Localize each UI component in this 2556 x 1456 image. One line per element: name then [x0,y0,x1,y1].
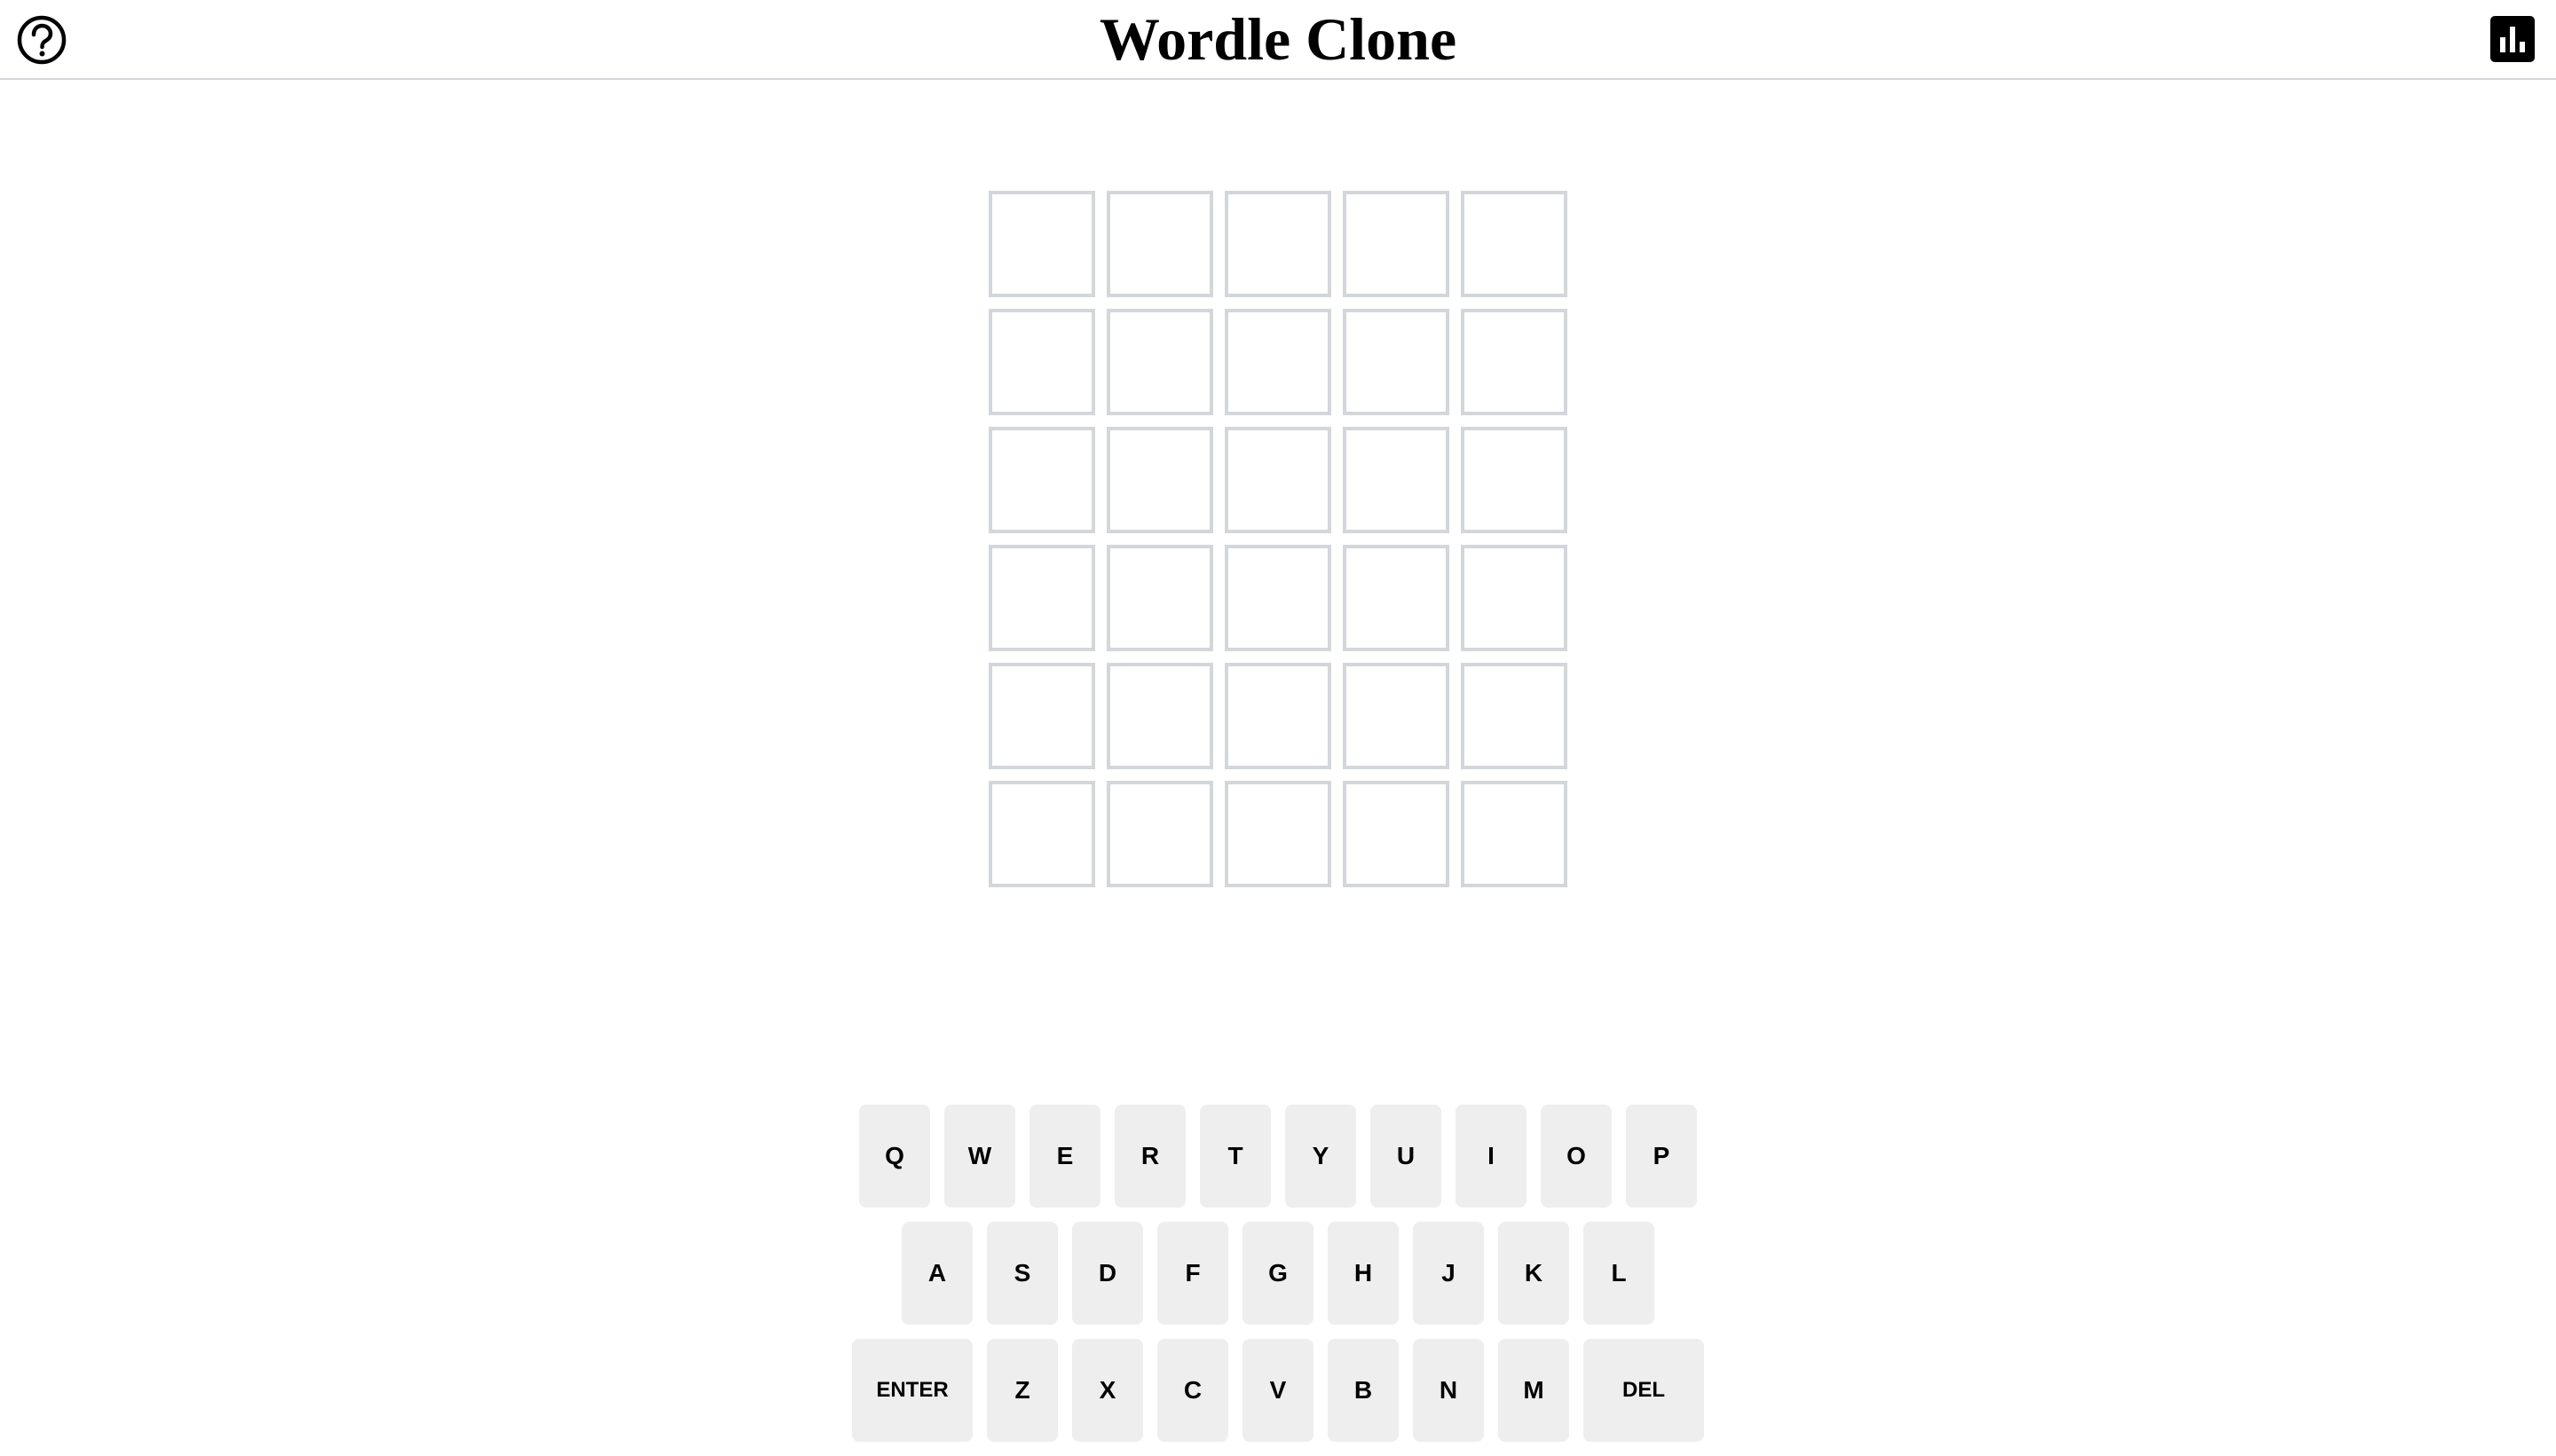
key-del[interactable]: DEL [1583,1339,1704,1442]
key-l[interactable]: L [1583,1222,1654,1325]
board-tile [1225,427,1331,533]
board-tile [1343,427,1449,533]
board-tile [1343,781,1449,887]
key-n[interactable]: N [1413,1339,1484,1442]
board-tile [1461,191,1567,297]
board-tile [1107,191,1213,297]
keyboard-row: QWERTYUIOP [0,1105,2556,1208]
key-t[interactable]: T [1200,1105,1271,1208]
board-tile [989,309,1095,415]
key-h[interactable]: H [1328,1222,1399,1325]
on-screen-keyboard: Q W E R T Y U I O P A S D F G H J K L ENTER Z X C V B N M DEL [0,1105,2556,1456]
key-p[interactable]: P [1626,1105,1697,1208]
key-x[interactable]: X [1072,1339,1143,1442]
key-z[interactable]: Z [987,1339,1058,1442]
board-tile [1225,663,1331,769]
board-tile [1461,309,1567,415]
key-m[interactable]: M [1498,1339,1569,1442]
header: Wordle Clone [0,0,2556,80]
key-b[interactable]: B [1328,1339,1399,1442]
board-tile [1343,545,1449,651]
statistics-button[interactable] [2490,16,2535,62]
board-tile [989,427,1095,533]
board-tile [989,191,1095,297]
key-k[interactable]: K [1498,1222,1569,1325]
keyboard-row: ENTER Z X C V B N M DEL [0,1339,2556,1442]
board-tile [1225,781,1331,887]
key-o[interactable]: O [1541,1105,1612,1208]
board-tile [1107,309,1213,415]
game-board [989,191,1567,887]
board-tile [1225,309,1331,415]
key-enter[interactable]: ENTER [852,1339,973,1442]
board-tile [1461,781,1567,887]
key-w[interactable]: W [944,1105,1015,1208]
key-c[interactable]: C [1157,1339,1228,1442]
board-tile [1461,427,1567,533]
key-g[interactable]: G [1242,1222,1314,1325]
board-tile [1225,545,1331,651]
board-tile [1343,309,1449,415]
board-tile [1461,663,1567,769]
page-title: Wordle Clone [1099,5,1457,73]
key-y[interactable]: Y [1285,1105,1356,1208]
board-tile [1461,545,1567,651]
key-d[interactable]: D [1072,1222,1143,1325]
key-s[interactable]: S [987,1222,1058,1325]
key-a[interactable]: A [902,1222,973,1325]
board-tile [1107,545,1213,651]
key-v[interactable]: V [1242,1339,1314,1442]
key-e[interactable]: E [1030,1105,1100,1208]
key-q[interactable]: Q [859,1105,930,1208]
board-tile [1107,663,1213,769]
bar-chart-icon [2490,16,2535,62]
board-tile [989,663,1095,769]
keyboard-row: ASDFGHJKL [0,1222,2556,1325]
board-tile [1343,191,1449,297]
key-i[interactable]: I [1456,1105,1526,1208]
key-u[interactable]: U [1370,1105,1441,1208]
board-tile [989,781,1095,887]
key-j[interactable]: J [1413,1222,1484,1325]
board-tile [989,545,1095,651]
board-tile [1107,781,1213,887]
key-r[interactable]: R [1115,1105,1186,1208]
board-tile [1343,663,1449,769]
board-tile [1225,191,1331,297]
board-tile [1107,427,1213,533]
key-f[interactable]: F [1157,1222,1228,1325]
